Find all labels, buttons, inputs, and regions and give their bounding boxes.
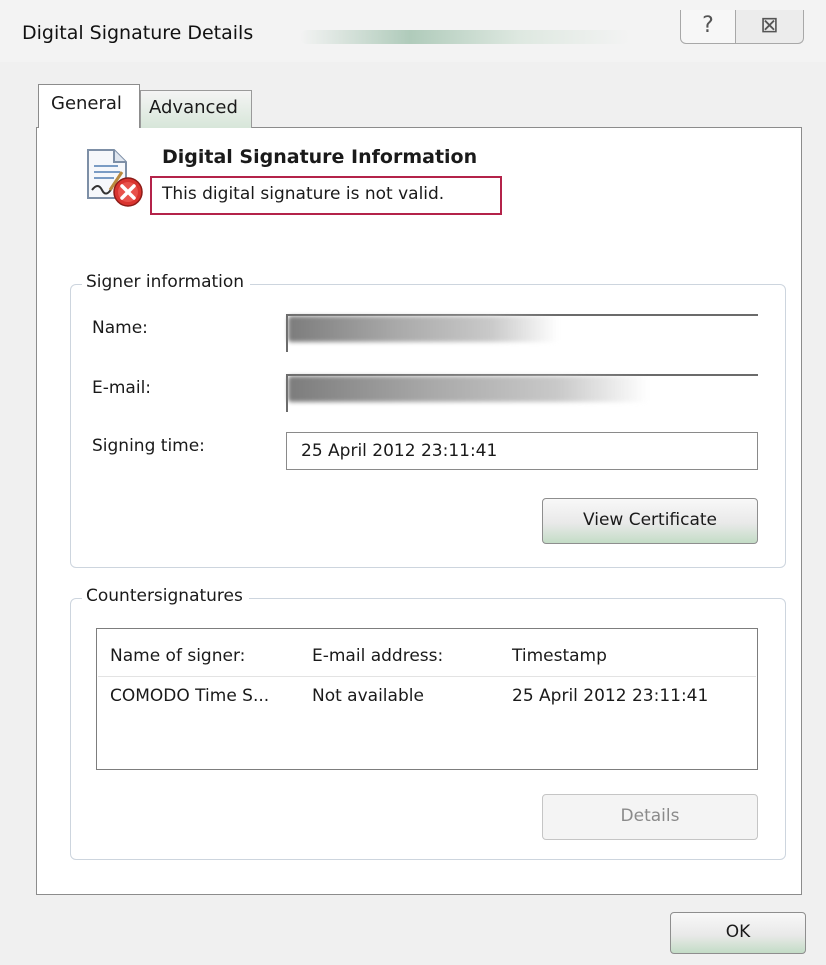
help-icon: ? (702, 13, 714, 38)
tab-advanced[interactable]: Advanced (140, 90, 252, 128)
tab-general[interactable]: General (38, 84, 140, 128)
email-field[interactable] (286, 374, 758, 412)
details-button[interactable]: Details (542, 794, 758, 840)
ok-button[interactable]: OK (670, 912, 806, 954)
column-header-timestamp[interactable]: Timestamp (512, 646, 607, 666)
close-icon: ⊠ (760, 13, 779, 38)
name-field[interactable] (286, 314, 758, 352)
countersignatures-label: Countersignatures (82, 586, 249, 606)
list-item-email[interactable]: Not available (312, 686, 424, 706)
redacted-email (288, 376, 648, 402)
list-header-divider (98, 676, 756, 677)
column-header-name[interactable]: Name of signer: (110, 646, 245, 666)
signer-info-label: Signer information (82, 272, 251, 292)
list-item-timestamp[interactable]: 25 April 2012 23:11:41 (512, 686, 708, 706)
title-bar-glass (300, 30, 630, 44)
help-button[interactable]: ? (680, 10, 736, 44)
close-button[interactable]: ⊠ (736, 10, 804, 44)
list-item-signer-name[interactable]: COMODO Time S... (110, 686, 269, 706)
name-label: Name: (92, 318, 148, 338)
redacted-name (288, 316, 558, 342)
invalid-signature-icon (84, 146, 146, 210)
signature-info-heading: Digital Signature Information (162, 146, 478, 168)
signing-time-label: Signing time: (92, 436, 205, 456)
view-certificate-button[interactable]: View Certificate (542, 498, 758, 544)
email-label: E-mail: (92, 378, 152, 398)
signature-status-text: This digital signature is not valid. (162, 184, 445, 204)
signing-time-field[interactable]: 25 April 2012 23:11:41 (286, 432, 758, 470)
window-title: Digital Signature Details (22, 22, 254, 44)
column-header-email[interactable]: E-mail address: (312, 646, 443, 666)
